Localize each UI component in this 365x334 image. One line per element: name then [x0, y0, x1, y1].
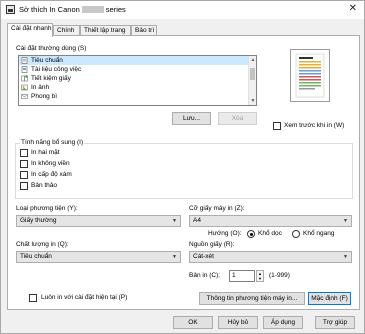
print-preview-label: Xem trước khi in (W): [284, 122, 345, 129]
list-item-label: Tiêu chuẩn: [31, 57, 63, 64]
window-title-prefix: Sở thích In Canon: [19, 5, 80, 14]
landscape-radio[interactable]: [292, 230, 300, 238]
envelope-icon: [21, 94, 28, 99]
always-print-label: Luôn in với cài đặt hiện tại (P): [41, 294, 128, 301]
paper-source-label: Nguồn giấy (R):: [189, 241, 235, 248]
help-button[interactable]: Trợ giúp: [315, 316, 355, 329]
list-item-label: Phong bì: [31, 93, 58, 100]
photo-icon: [21, 84, 28, 91]
list-item-label: Tiết kiệm giấy: [31, 75, 71, 82]
printing-preferences-window: Sở thích In Canon series ✕ Cài đặt nhanh …: [0, 0, 365, 334]
title-bar: Sở thích In Canon series ✕: [1, 1, 364, 19]
print-quality-label: Chất lượng in (Q):: [16, 241, 69, 248]
preview-thumbnail: [295, 53, 325, 98]
paper-source-select[interactable]: Cát-xét ▼: [189, 251, 352, 263]
paper-saving-icon: [21, 75, 28, 82]
delete-button[interactable]: Xóa: [218, 112, 257, 125]
portrait-radio[interactable]: [247, 230, 255, 238]
copies-label: Bản in (C):: [189, 272, 221, 279]
redacted-model-name: [81, 6, 104, 13]
always-print-checkbox[interactable]: [29, 294, 37, 302]
defaults-button[interactable]: Mặc định (F): [308, 292, 351, 305]
orientation-label: Hướng (O):: [208, 230, 242, 237]
scrollbar[interactable]: ▲ ▼: [248, 56, 256, 105]
borderless-label: In không viền: [31, 160, 70, 167]
list-item[interactable]: Phong bì: [19, 92, 256, 101]
copies-stepper[interactable]: ▲ ▼: [256, 270, 264, 282]
tab-quick-setup[interactable]: Cài đặt nhanh: [7, 23, 53, 37]
list-item[interactable]: Tiêu chuẩn: [19, 56, 256, 65]
draft-checkbox[interactable]: [20, 182, 28, 190]
list-item[interactable]: In ảnh: [19, 83, 256, 92]
list-item[interactable]: Tài liệu công việc: [19, 65, 256, 74]
paper-size-select[interactable]: A4 ▼: [189, 215, 352, 227]
copies-input[interactable]: 1: [229, 270, 255, 282]
page-preview: [290, 49, 330, 102]
scroll-thumb[interactable]: [250, 68, 255, 80]
duplex-label: In hai mặt: [31, 149, 60, 156]
document-icon: [21, 57, 28, 64]
grayscale-label: In cấp độ xám: [31, 171, 72, 178]
window-title-suffix: series: [105, 5, 126, 14]
list-item[interactable]: Tiết kiệm giấy: [19, 74, 256, 83]
duplex-checkbox[interactable]: [20, 149, 28, 157]
copies-range: (1-999): [269, 272, 290, 279]
list-item-label: In ảnh: [31, 84, 50, 91]
paper-size-value: A4: [193, 217, 201, 224]
chevron-down-icon: ▼: [172, 218, 177, 224]
paper-source-value: Cát-xét: [193, 253, 214, 260]
window-title: Sở thích In Canon series: [19, 5, 126, 14]
scroll-down-icon[interactable]: ▼: [249, 97, 256, 105]
portrait-label: Khổ dọc: [258, 230, 282, 237]
common-settings-title: Cài đặt thường dùng (S): [16, 45, 87, 52]
draft-label: Bản thảo: [31, 182, 58, 189]
list-item-label: Tài liệu công việc: [31, 66, 82, 73]
close-icon[interactable]: ✕: [349, 3, 357, 14]
landscape-label: Khổ ngang: [303, 230, 335, 237]
media-type-value: Giấy thường: [20, 217, 57, 224]
chevron-down-icon: ▼: [172, 254, 177, 260]
print-preview-checkbox[interactable]: [273, 122, 281, 130]
media-type-label: Loại phương tiện (Y):: [16, 205, 78, 212]
chevron-down-icon: ▼: [343, 254, 348, 260]
printer-media-info-button[interactable]: Thông tin phương tiện máy in...: [199, 292, 305, 305]
ok-button[interactable]: OK: [173, 316, 213, 329]
tab-panel: Cài đặt thường dùng (S) Tiêu chuẩn Tài l…: [7, 35, 360, 310]
business-document-icon: [21, 66, 28, 73]
grayscale-checkbox[interactable]: [20, 171, 28, 179]
common-settings-list[interactable]: Tiêu chuẩn Tài liệu công việc Tiết kiệm …: [18, 55, 257, 106]
printer-icon: [6, 5, 15, 14]
print-quality-select[interactable]: Tiêu chuẩn ▼: [16, 251, 181, 263]
print-quality-value: Tiêu chuẩn: [20, 253, 52, 260]
borderless-checkbox[interactable]: [20, 160, 28, 168]
media-type-select[interactable]: Giấy thường ▼: [16, 215, 181, 227]
copies-value: 1: [232, 272, 236, 279]
apply-button[interactable]: Áp dụng: [263, 316, 303, 329]
save-button[interactable]: Lưu...: [172, 112, 211, 125]
paper-size-label: Cỡ giấy máy in (Z):: [189, 205, 245, 212]
chevron-down-icon: ▼: [343, 218, 348, 224]
cancel-button[interactable]: Hủy bỏ: [218, 316, 258, 329]
scroll-up-icon[interactable]: ▲: [249, 56, 256, 64]
additional-features-title: Tính năng bổ sung (I): [20, 139, 85, 146]
